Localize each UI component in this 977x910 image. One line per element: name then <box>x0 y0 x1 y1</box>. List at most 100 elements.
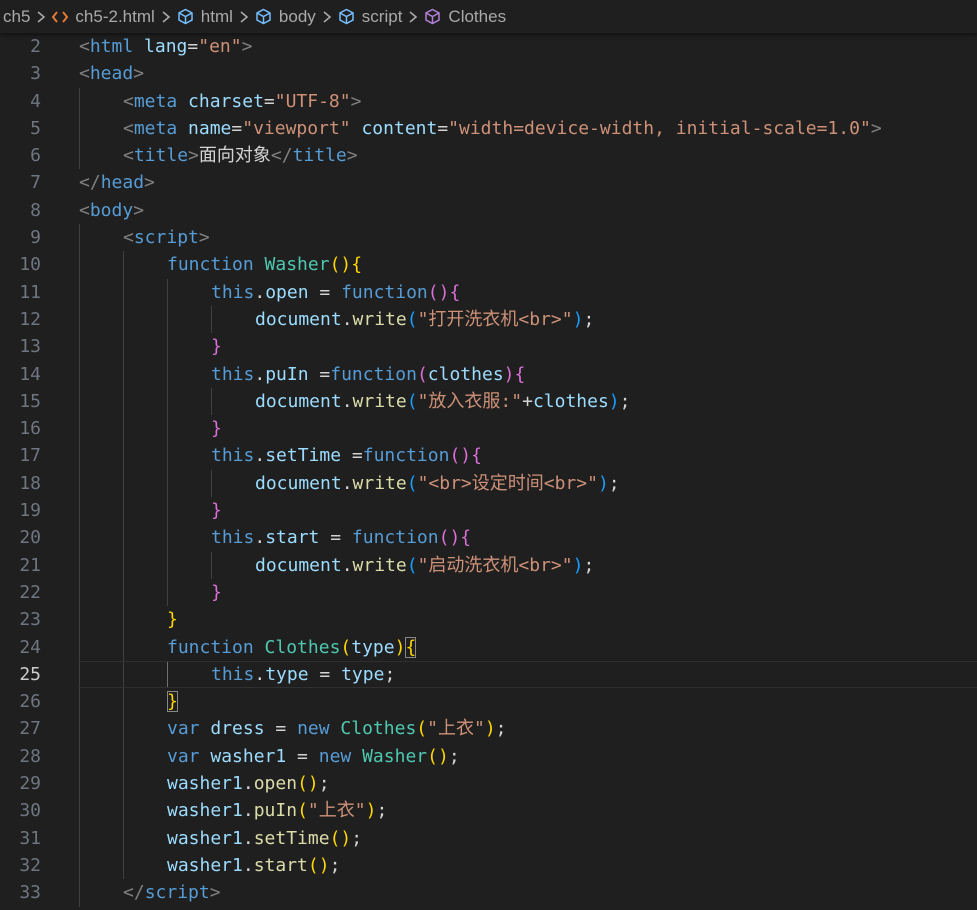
code-token: ; <box>448 745 460 767</box>
code-line[interactable]: 16} <box>0 415 977 443</box>
code-token: function <box>330 363 417 385</box>
code-line[interactable]: 33 </script> <box>0 879 977 907</box>
code-token: ; <box>495 718 507 740</box>
indent-guide <box>79 142 80 170</box>
code-token: > <box>209 882 221 904</box>
code-token: meta <box>133 117 178 139</box>
code-line[interactable]: 6 <title>面向对象</title> <box>0 142 977 170</box>
code-token: "打开洗衣机<br>" <box>417 308 573 330</box>
code-token: dress <box>210 718 265 740</box>
code-token: . <box>254 527 266 549</box>
indent-guide <box>79 305 80 334</box>
code-line[interactable]: 12 document.write("打开洗衣机<br>"); <box>0 305 977 334</box>
breadcrumb-label: ch5-2.html <box>75 6 155 26</box>
code-token: write <box>352 472 407 494</box>
code-line[interactable]: 2 <html lang="en"> <box>0 33 977 60</box>
indent-guide <box>123 415 124 443</box>
code-token: { <box>471 445 482 467</box>
code-line[interactable]: 31 washer1.setTime(); <box>0 824 977 852</box>
code-text: } <box>167 606 178 633</box>
breadcrumb-item-html[interactable]: html <box>177 7 233 27</box>
code-line[interactable]: 20 this.start = function(){ <box>0 524 977 552</box>
code-line[interactable]: 19} <box>0 497 977 525</box>
code-token: 面向对象 <box>198 145 271 167</box>
code-token: = <box>263 90 275 112</box>
code-token: < <box>123 145 134 167</box>
code-line[interactable]: 13} <box>0 333 977 361</box>
code-token: ; <box>376 800 388 822</box>
code-line[interactable]: 11 this.open = function(){ <box>0 278 977 306</box>
code-line[interactable]: 5 <meta name="viewport" content="width=de… <box>0 114 977 143</box>
code-token: < <box>79 63 90 85</box>
line-number: 9 <box>30 227 41 249</box>
code-token: { <box>405 636 417 658</box>
code-line[interactable]: 23} <box>0 606 977 634</box>
chevron-right-icon <box>322 10 332 24</box>
code-token: function <box>362 445 450 467</box>
line-number: 4 <box>30 90 41 112</box>
code-line[interactable]: 17 this.setTime =function(){ <box>0 442 977 470</box>
breadcrumb-label: script <box>361 6 403 26</box>
code-token: head <box>100 172 145 194</box>
code-line[interactable]: 15 document.write("放入衣服:"+clothes); <box>0 387 977 416</box>
breadcrumb-item-script[interactable]: script <box>338 6 403 27</box>
code-token: = <box>308 363 331 385</box>
indent-guide <box>79 387 80 416</box>
code-token: puIn <box>253 800 298 822</box>
breadcrumb-item-ch5-2-html[interactable]: ch5-2.html <box>52 6 155 27</box>
code-token: "viewport" <box>242 117 351 139</box>
code-line[interactable]: 24 function Clothes(type){ <box>0 633 977 661</box>
code-token: . <box>341 554 353 576</box>
indent-guide <box>79 442 80 470</box>
breadcrumb-item-clothes[interactable]: Clothes <box>424 7 506 27</box>
code-token: meta <box>133 90 178 112</box>
code-token: ) <box>597 472 609 494</box>
code-line[interactable]: 28 var washer1 = new Washer(); <box>0 742 977 771</box>
line-number: 32 <box>19 854 41 876</box>
code-line[interactable]: 8 <body> <box>0 197 977 224</box>
code-token: charset <box>188 90 264 112</box>
code-text: washer1.puIn("上衣"); <box>167 797 387 824</box>
breadcrumb-item-ch5[interactable]: ch5 <box>3 7 30 27</box>
code-token: . <box>254 281 266 303</box>
code-token: } <box>211 336 222 358</box>
code-token: ) <box>503 363 515 385</box>
code-line[interactable]: 9 <script> <box>0 224 977 252</box>
code-token: () <box>427 281 450 303</box>
indent-guide <box>79 551 80 579</box>
code-line[interactable]: 3 <head> <box>0 60 977 87</box>
code-line[interactable]: 4 <meta charset="UTF-8"> <box>0 87 977 115</box>
code-line[interactable]: 10 function Washer(){ <box>0 251 977 279</box>
code-line[interactable]: 30 washer1.puIn("上衣"); <box>0 797 977 825</box>
code-token: title <box>133 145 189 167</box>
code-editor[interactable]: 2 <html lang="en"> 3 <head> 4 <meta charset="… <box>0 33 977 910</box>
code-line[interactable]: 27 var dress = new Clothes("上衣"); <box>0 715 977 743</box>
code-line[interactable]: 25 this.type = type; <box>0 660 977 689</box>
code-line[interactable]: 7 </head> <box>0 169 977 196</box>
code-token: type <box>351 636 395 658</box>
code-text: <head> <box>79 60 144 87</box>
code-token: washer1 <box>167 800 243 822</box>
breadcrumb-item-body[interactable]: body <box>255 7 316 27</box>
chevron-right-icon <box>36 10 46 24</box>
code-token: ; <box>619 390 631 412</box>
code-token: Clothes <box>340 718 417 740</box>
element-icon <box>338 8 355 25</box>
code-token: document <box>255 308 342 330</box>
code-token: . <box>254 663 266 685</box>
code-line[interactable]: 26} <box>0 688 977 716</box>
code-line[interactable]: 14 this.puIn =function(clothes){ <box>0 360 977 388</box>
code-line[interactable]: 21 document.write("启动洗衣机<br>"); <box>0 551 977 579</box>
indent-guide <box>123 606 124 634</box>
code-line[interactable]: 32 washer1.start(); <box>0 851 977 880</box>
indent-guide <box>167 551 168 579</box>
code-line[interactable]: 29 washer1.open(); <box>0 770 977 798</box>
code-text: <script> <box>123 224 210 251</box>
indent-guide <box>167 360 168 388</box>
code-line[interactable]: 18 document.write("<br>设定时间<br>"); <box>0 469 977 498</box>
code-token: { <box>449 281 461 303</box>
indent-guide <box>79 688 80 716</box>
code-line[interactable]: 22} <box>0 578 977 607</box>
code-token: < <box>123 117 134 139</box>
